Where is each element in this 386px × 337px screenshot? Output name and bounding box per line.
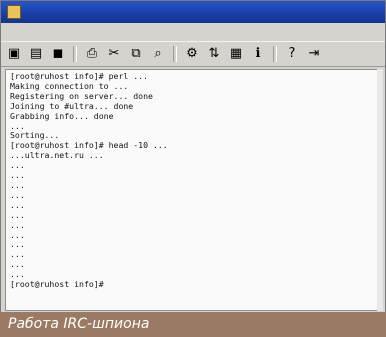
console-output[interactable]: [root@ruhost info]# perl ... Making conn… bbox=[5, 69, 379, 311]
console-line: Joining to #ultra... done bbox=[10, 101, 134, 111]
console-line: Registering on server... done bbox=[10, 91, 153, 101]
toolbar: ▣ ▤ ◼ ⎙ ✂ ⧉ ⌕ ⚙ ⇅ ▦ ℹ ? ⇥ bbox=[1, 41, 385, 67]
copy-icon[interactable]: ⧉ bbox=[127, 45, 145, 63]
print-icon[interactable]: ⎙ bbox=[83, 45, 101, 63]
toolbar-divider bbox=[273, 46, 277, 62]
console-scrollbar[interactable] bbox=[377, 69, 383, 311]
console-line: [root@ruhost info]# perl ... bbox=[10, 72, 149, 81]
console-line: ... bbox=[10, 210, 25, 220]
console-line: Grabbing info... done bbox=[10, 111, 114, 121]
settings-icon[interactable]: ⚙ bbox=[183, 45, 201, 63]
cut-icon[interactable]: ✂ bbox=[105, 45, 123, 63]
menu-bar bbox=[1, 23, 385, 41]
console-line: ... bbox=[10, 121, 25, 131]
console-line: ... bbox=[10, 250, 25, 260]
toolbar-divider bbox=[173, 46, 177, 62]
console-line: ... bbox=[10, 230, 25, 240]
help-icon[interactable]: ? bbox=[283, 45, 301, 63]
stats-icon[interactable]: ▦ bbox=[227, 45, 245, 63]
terminal-window: ▣ ▤ ◼ ⎙ ✂ ⧉ ⌕ ⚙ ⇅ ▦ ℹ ? ⇥ [root@ruhost i… bbox=[0, 0, 386, 337]
console-line: ...ultra.net.ru ... bbox=[10, 151, 104, 161]
console-line: [root@ruhost info]# bbox=[10, 280, 104, 290]
console-line: ... bbox=[10, 161, 25, 171]
console-line: Sorting... bbox=[10, 131, 60, 141]
console-line: ... bbox=[10, 240, 25, 250]
new-icon[interactable]: ▣ bbox=[5, 45, 23, 63]
console-line: ... bbox=[10, 260, 25, 270]
image-caption: Работа IRC-шпиона bbox=[0, 312, 386, 337]
exit-icon[interactable]: ⇥ bbox=[305, 45, 323, 63]
save-icon[interactable]: ◼ bbox=[49, 45, 67, 63]
console-line: ... bbox=[10, 180, 25, 190]
console-line: ... bbox=[10, 190, 25, 200]
console-line: ... bbox=[10, 200, 25, 210]
open-icon[interactable]: ▤ bbox=[27, 45, 45, 63]
info-icon[interactable]: ℹ bbox=[249, 45, 267, 63]
sort-icon[interactable]: ⇅ bbox=[205, 45, 223, 63]
find-icon[interactable]: ⌕ bbox=[149, 45, 167, 63]
console-line: ... bbox=[10, 171, 25, 181]
console-line: ... bbox=[10, 220, 25, 230]
title-bar[interactable] bbox=[1, 1, 385, 23]
toolbar-divider bbox=[73, 46, 77, 62]
console-line: ... bbox=[10, 270, 25, 280]
console-line: Making connection to ... bbox=[10, 81, 129, 91]
app-icon bbox=[7, 5, 21, 19]
console-line: [root@ruhost info]# head -10 ... bbox=[10, 141, 168, 151]
